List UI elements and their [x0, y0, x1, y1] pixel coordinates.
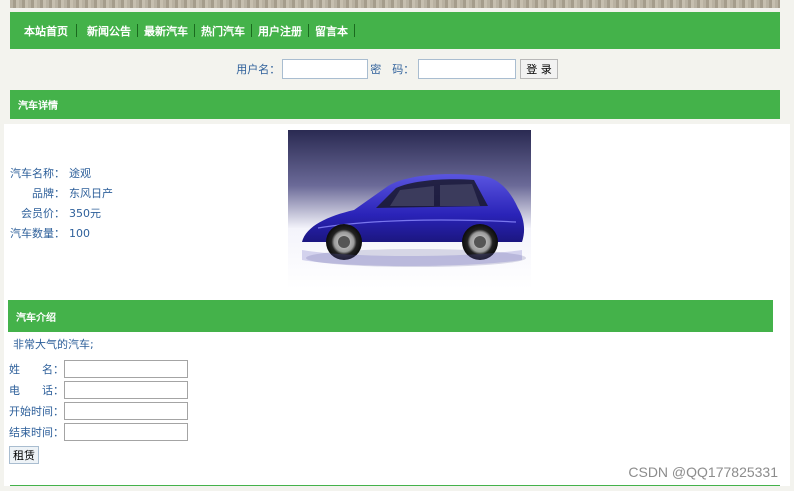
content-panel: 汽车名称： 途观 品牌： 东风日产 会员价： 350元 汽车数量： 100 汽车…: [4, 124, 790, 486]
main-nav: 本站首页 新闻公告 最新汽车 热门汽车 用户注册 留言本: [10, 12, 780, 49]
header-banner-strip: [10, 0, 780, 8]
info-row-quantity: 汽车数量： 100: [9, 224, 113, 244]
password-label: 密 码：: [370, 63, 415, 76]
rent-button[interactable]: 租赁: [9, 446, 39, 464]
start-time-input[interactable]: [64, 401, 188, 420]
username-label: 用户名：: [236, 63, 281, 76]
info-value: 途观: [69, 167, 91, 180]
form-row-name: 姓 名：: [9, 358, 188, 379]
phone-label: 电 话：: [9, 383, 64, 397]
nav-divider: [251, 24, 252, 37]
name-input[interactable]: [64, 359, 188, 378]
login-form: 用户名： 密 码： 登 录: [0, 58, 794, 80]
end-time-input[interactable]: [64, 422, 188, 441]
car-description: 非常大气的汽车;: [13, 338, 94, 351]
nav-divider: [194, 24, 195, 37]
info-row-brand: 品牌： 东风日产: [9, 184, 113, 204]
info-value: 350元: [69, 207, 101, 220]
car-image: [288, 130, 531, 289]
name-label: 姓 名：: [9, 362, 64, 376]
login-button[interactable]: 登 录: [520, 59, 558, 79]
info-label: 会员价：: [21, 207, 65, 220]
nav-divider: [308, 24, 309, 37]
car-info: 汽车名称： 途观 品牌： 东风日产 会员价： 350元 汽车数量： 100: [9, 164, 113, 244]
rent-form: 姓 名： 电 话： 开始时间： 结束时间： 租赁: [9, 358, 188, 464]
info-row-price: 会员价： 350元: [9, 204, 113, 224]
info-value: 100: [69, 227, 90, 240]
footer-divider: [10, 485, 780, 486]
nav-guestbook[interactable]: 留言本: [311, 23, 352, 39]
section-title: 汽车介绍: [16, 312, 56, 324]
nav-home[interactable]: 本站首页: [20, 23, 72, 39]
section-header-car-detail: 汽车详情: [10, 90, 780, 119]
phone-input[interactable]: [64, 380, 188, 399]
watermark: CSDN @QQ177825331: [628, 464, 778, 480]
password-input[interactable]: [418, 59, 517, 79]
form-row-phone: 电 话：: [9, 379, 188, 400]
info-row-name: 汽车名称： 途观: [9, 164, 113, 184]
start-time-label: 开始时间：: [9, 404, 64, 418]
form-row-end: 结束时间：: [9, 421, 188, 442]
info-value: 东风日产: [69, 187, 113, 200]
nav-news[interactable]: 新闻公告: [83, 23, 135, 39]
nav-hot-cars[interactable]: 热门汽车: [197, 23, 249, 39]
section-title: 汽车详情: [18, 101, 58, 112]
form-row-start: 开始时间：: [9, 400, 188, 421]
nav-latest-cars[interactable]: 最新汽车: [140, 23, 192, 39]
nav-divider: [76, 24, 77, 37]
info-label: 汽车名称：: [10, 167, 65, 180]
info-label: 汽车数量：: [10, 227, 65, 240]
nav-divider: [354, 24, 355, 37]
username-input[interactable]: [282, 59, 369, 79]
nav-divider: [137, 24, 138, 37]
end-time-label: 结束时间：: [9, 425, 64, 439]
info-label: 品牌：: [32, 187, 65, 200]
section-header-car-intro: 汽车介绍: [8, 300, 773, 332]
nav-register[interactable]: 用户注册: [254, 23, 306, 39]
